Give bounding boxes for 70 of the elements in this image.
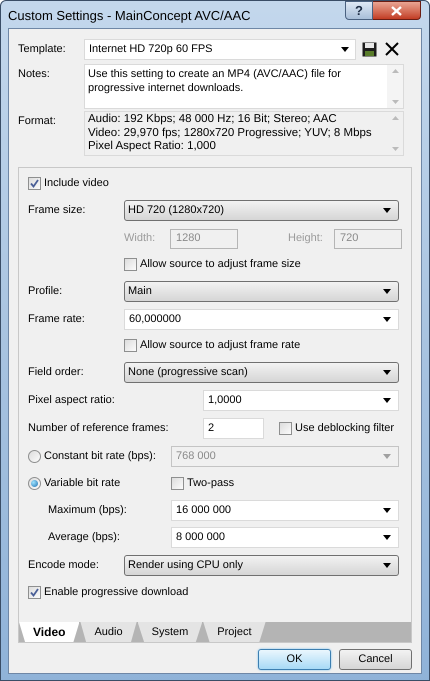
- dropdown[interactable]: None (progressive scan): [124, 362, 399, 383]
- field-label: Template:: [18, 42, 67, 57]
- checkbox-label: Include video: [44, 176, 109, 192]
- combo-box[interactable]: 16 000 000: [171, 500, 399, 521]
- dropdown[interactable]: HD 720 (1280x720): [124, 200, 399, 221]
- checkbox-label: Allow source to adjust frame rate: [140, 338, 300, 354]
- dropdown-arrow-icon: [383, 563, 391, 568]
- radio-label: Constant bit rate (bps):: [44, 448, 156, 464]
- field-label: Pixel aspect ratio:: [28, 393, 116, 408]
- field-label: Frame size:: [28, 203, 86, 218]
- field-label: Encode mode:: [28, 558, 100, 574]
- field-label: Number of reference frames:: [28, 420, 170, 436]
- field-label: Format:: [18, 114, 57, 129]
- combo-box[interactable]: 1,0000: [203, 390, 399, 411]
- dialog-button[interactable]: OK: [258, 649, 331, 670]
- dropdown-arrow-icon: [341, 46, 349, 52]
- dropdown-arrow-icon: [383, 454, 391, 458]
- checkbox[interactable]: [171, 477, 184, 490]
- dropdown-arrow-icon: [383, 370, 391, 375]
- tab[interactable]: System: [138, 622, 202, 642]
- help-button[interactable]: ?: [345, 1, 373, 20]
- radio-button[interactable]: [28, 477, 41, 490]
- radio-label: Variable bit rate: [44, 476, 120, 492]
- template-dropdown[interactable]: Internet HD 720p 60 FPS: [84, 38, 356, 60]
- close-icon: [391, 6, 402, 16]
- field-label: Profile:: [28, 284, 64, 300]
- dropdown-arrow-icon: [383, 535, 391, 540]
- save-icon[interactable]: [362, 42, 377, 56]
- tab[interactable]: Project: [203, 622, 266, 642]
- checkbox[interactable]: [124, 339, 137, 352]
- checkbox[interactable]: [28, 177, 41, 190]
- checkbox[interactable]: [124, 258, 137, 271]
- number-field[interactable]: 2: [203, 418, 264, 438]
- dropdown[interactable]: Main: [124, 281, 399, 302]
- field-label: Height:: [288, 231, 324, 246]
- format-line: Audio: 192 Kbps; 48 000 Hz; 16 Bit; Stereo; AAC: [88, 113, 338, 126]
- checkbox[interactable]: [279, 422, 292, 434]
- dropdown-arrow-icon: [383, 398, 391, 403]
- format-line: Video: 29,970 fps; 1280x720 Progressive; YUV; 8 Mbps: [88, 126, 373, 140]
- dropdown-arrow-icon: [383, 508, 391, 513]
- field-label: Notes:: [18, 67, 51, 82]
- scroll-up-icon[interactable]: [392, 69, 398, 73]
- field-label: Maximum (bps):: [48, 503, 128, 518]
- field-label: Average (bps):: [48, 530, 121, 546]
- checkbox-label: Two-pass: [187, 476, 234, 492]
- scroll-down-icon[interactable]: [392, 100, 398, 104]
- field-label: Width:: [124, 231, 156, 246]
- format-line: Pixel Aspect Ratio: 1,000: [88, 140, 217, 154]
- checkbox-label: Enable progressive download: [44, 585, 188, 600]
- scrollbar[interactable]: [387, 65, 403, 108]
- dropdown-arrow-icon: [383, 289, 391, 294]
- dialog-button[interactable]: Cancel: [339, 649, 412, 670]
- combo-box[interactable]: 60,000000: [124, 309, 399, 330]
- scroll-up-icon[interactable]: [392, 116, 398, 120]
- tab[interactable]: Video: [19, 622, 80, 642]
- delete-icon[interactable]: [385, 42, 399, 56]
- close-button[interactable]: [373, 1, 421, 20]
- combo-box[interactable]: 8 000 000: [171, 527, 399, 548]
- field-label: Frame rate:: [28, 312, 86, 328]
- checkbox[interactable]: [28, 586, 41, 599]
- tab[interactable]: Audio: [80, 622, 137, 642]
- dropdown-arrow-icon: [383, 208, 391, 213]
- window-title: Custom Settings - MainConcept AVC/AAC: [8, 7, 251, 25]
- checkbox-label: Allow source to adjust frame size: [140, 257, 301, 272]
- notes-field[interactable]: Use this setting to create an MP4 (AVC/AAC) file for progressive internet downloads.: [84, 64, 404, 109]
- dropdown[interactable]: Render using CPU only: [124, 555, 399, 576]
- scroll-down-icon[interactable]: [392, 147, 398, 151]
- checkbox-label: Use deblocking filter: [295, 420, 394, 436]
- dropdown-arrow-icon: [383, 317, 391, 322]
- field-label: Field order:: [28, 365, 85, 380]
